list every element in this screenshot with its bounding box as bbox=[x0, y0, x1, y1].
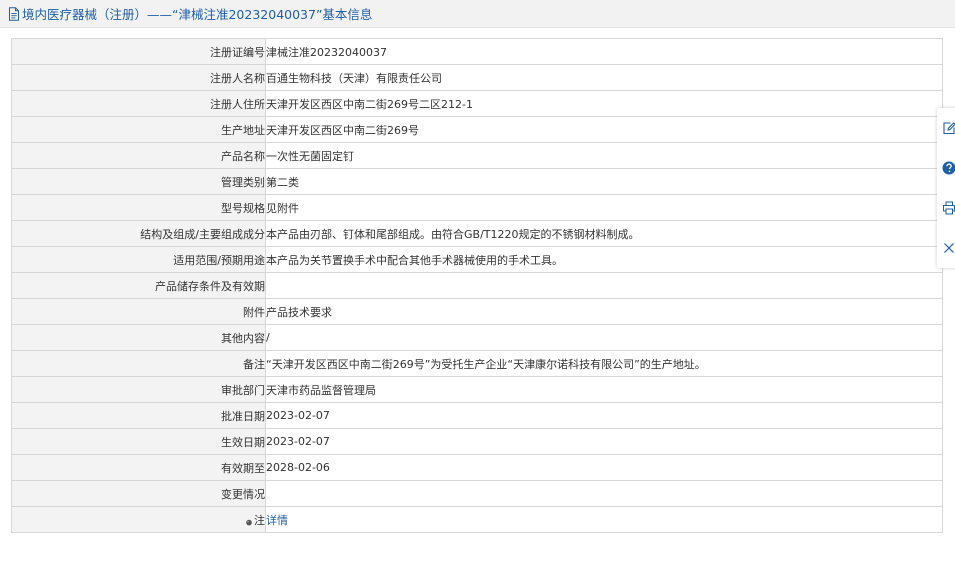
field-value: 天津市药品监督管理局 bbox=[265, 376, 943, 403]
pin-icon bbox=[245, 517, 253, 525]
field-value bbox=[265, 272, 943, 299]
field-value: 2023-02-07 bbox=[265, 428, 943, 455]
field-label: 生产地址 bbox=[11, 116, 266, 143]
table-row: 注册人住所 天津开发区西区中南二街269号二区212-1 bbox=[11, 90, 943, 117]
field-value: 见附件 bbox=[265, 194, 943, 221]
table-row: 批准日期 2023-02-07 bbox=[11, 402, 943, 429]
field-value: 本产品为关节置换手术中配合其他手术器械使用的手术工具。 bbox=[265, 246, 943, 273]
table-row: 结构及组成/主要组成成分 本产品由刃部、钉体和尾部组成。由符合GB/T1220规定… bbox=[11, 220, 943, 247]
field-value: 产品技术要求 bbox=[265, 298, 943, 325]
field-label: 型号规格 bbox=[11, 194, 266, 221]
field-label: 注册人名称 bbox=[11, 64, 266, 91]
field-value: 本产品由刃部、钉体和尾部组成。由符合GB/T1220规定的不锈钢材料制成。 bbox=[265, 220, 943, 247]
details-link[interactable]: 详情 bbox=[267, 514, 289, 527]
field-label: 产品储存条件及有效期 bbox=[11, 272, 266, 299]
field-label: 其他内容 bbox=[11, 324, 266, 351]
field-value: / bbox=[265, 324, 943, 351]
table-row: 其他内容 / bbox=[11, 324, 943, 351]
field-label: 变更情况 bbox=[11, 480, 266, 507]
table-row: 型号规格 见附件 bbox=[11, 194, 943, 221]
table-row: 适用范围/预期用途 本产品为关节置换手术中配合其他手术器械使用的手术工具。 bbox=[11, 246, 943, 273]
field-value: 百通生物科技（天津）有限责任公司 bbox=[265, 64, 943, 91]
table-row: 生效日期 2023-02-07 bbox=[11, 428, 943, 455]
field-label: 附件 bbox=[11, 298, 266, 325]
table-row: 注册人名称 百通生物科技（天津）有限责任公司 bbox=[11, 64, 943, 91]
field-value: 天津开发区西区中南二街269号二区212-1 bbox=[265, 90, 943, 117]
field-value: “天津开发区西区中南二街269号”为受托生产企业“天津康尔诺科技有限公司”的生产… bbox=[265, 350, 943, 377]
field-label: 适用范围/预期用途 bbox=[11, 246, 266, 273]
field-label: 批准日期 bbox=[11, 402, 266, 429]
table-row: 审批部门 天津市药品监督管理局 bbox=[11, 376, 943, 403]
field-label: 结构及组成/主要组成成分 bbox=[11, 220, 266, 247]
page-title: 境内医疗器械（注册）——“津械注准20232040037”基本信息 bbox=[22, 7, 373, 22]
note-value-cell: 详情 bbox=[265, 506, 943, 533]
field-value bbox=[265, 480, 943, 507]
note-label: 注 bbox=[254, 513, 265, 527]
field-value: 2023-02-07 bbox=[265, 402, 943, 429]
close-icon[interactable] bbox=[942, 241, 955, 255]
field-label: 注册人住所 bbox=[11, 90, 266, 117]
field-value: 一次性无菌固定钉 bbox=[265, 142, 943, 169]
edit-icon[interactable] bbox=[942, 121, 955, 135]
field-label: 产品名称 bbox=[11, 142, 266, 169]
table-row: 变更情况 bbox=[11, 480, 943, 507]
field-value: 天津开发区西区中南二街269号 bbox=[265, 116, 943, 143]
field-label: 生效日期 bbox=[11, 428, 266, 455]
page-header: 境内医疗器械（注册）——“津械注准20232040037”基本信息 bbox=[0, 0, 955, 28]
table-row: 产品名称 一次性无菌固定钉 bbox=[11, 142, 943, 169]
table-row: 生产地址 天津开发区西区中南二街269号 bbox=[11, 116, 943, 143]
table-row: 注册证编号 津械注准20232040037 bbox=[11, 38, 943, 65]
help-icon[interactable] bbox=[942, 161, 955, 175]
field-label: 注册证编号 bbox=[11, 38, 266, 65]
note-label-cell: 注 bbox=[11, 506, 266, 533]
field-value: 津械注准20232040037 bbox=[265, 38, 943, 65]
registration-info-table: 注册证编号 津械注准20232040037 注册人名称 百通生物科技（天津）有限责任公… bbox=[11, 38, 943, 533]
table-row: 备注 “天津开发区西区中南二街269号”为受托生产企业“天津康尔诺科技有限公司”的… bbox=[11, 350, 943, 377]
field-value: 第二类 bbox=[265, 168, 943, 195]
table-row: 管理类别 第二类 bbox=[11, 168, 943, 195]
table-row: 产品储存条件及有效期 bbox=[11, 272, 943, 299]
side-toolbar bbox=[937, 108, 955, 268]
print-icon[interactable] bbox=[942, 201, 955, 215]
field-label: 管理类别 bbox=[11, 168, 266, 195]
field-label: 备注 bbox=[11, 350, 266, 377]
table-row: 附件 产品技术要求 bbox=[11, 298, 943, 325]
field-label: 审批部门 bbox=[11, 376, 266, 403]
table-row-note: 注 详情 bbox=[11, 506, 943, 533]
table-row: 有效期至 2028-02-06 bbox=[11, 454, 943, 481]
field-value: 2028-02-06 bbox=[265, 454, 943, 481]
document-icon bbox=[8, 6, 20, 21]
field-label: 有效期至 bbox=[11, 454, 266, 481]
